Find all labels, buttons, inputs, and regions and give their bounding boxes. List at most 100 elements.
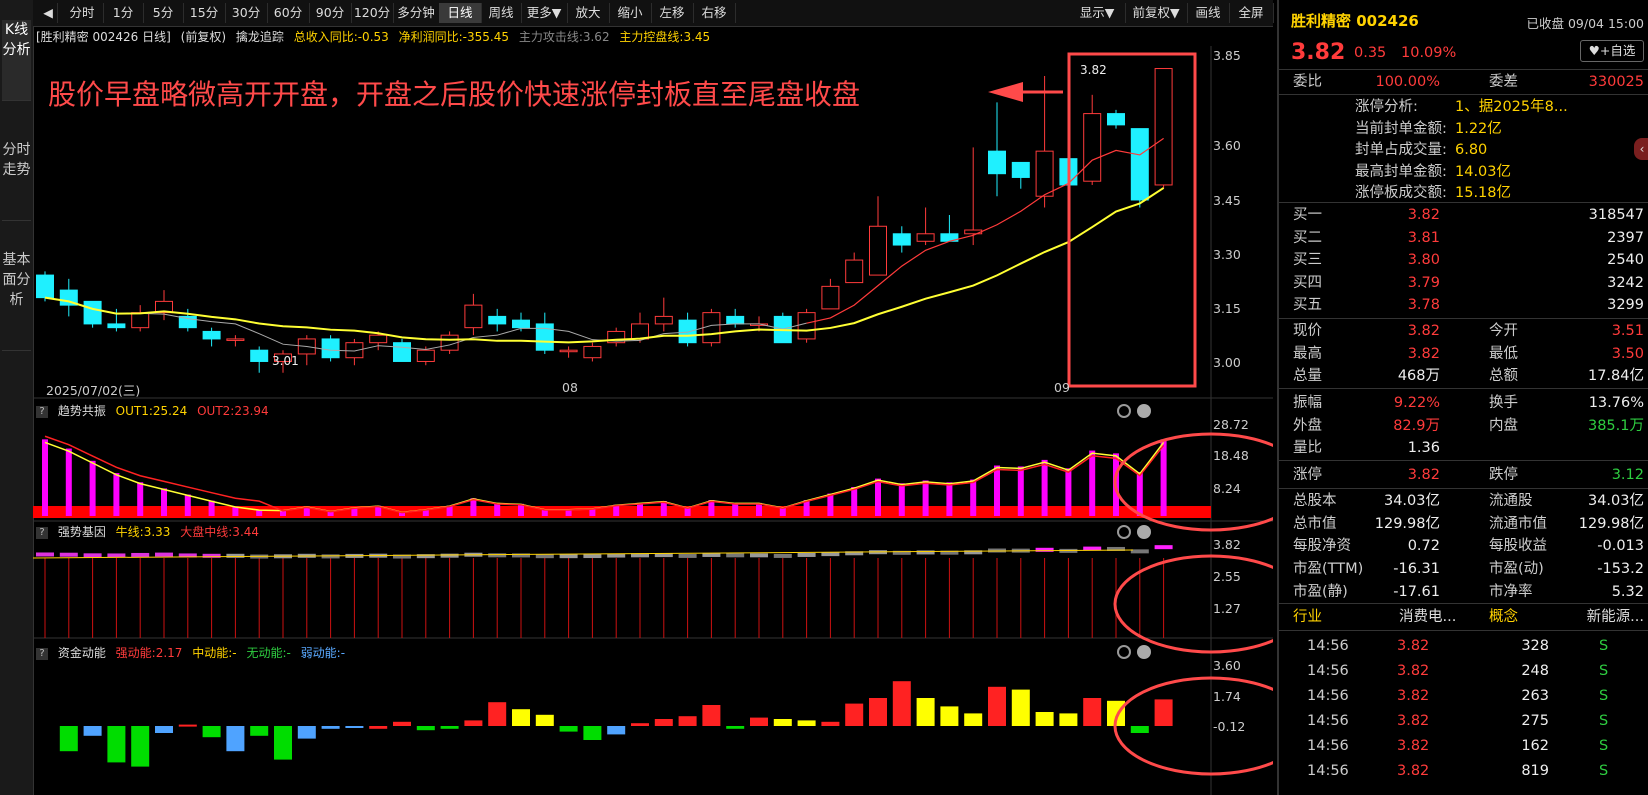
expand-left-icon[interactable]: ‹ [1634, 138, 1648, 160]
p2-y-tick: 2.55 [1213, 569, 1241, 584]
p1-bar [1160, 439, 1167, 516]
p2-block [321, 554, 340, 559]
low-price-label: 3.01 [272, 354, 299, 368]
candle-body [845, 259, 864, 284]
value[interactable]: 新能源... [1587, 606, 1644, 628]
stat-row: 市盈(静) -17.61 市净率 5.32 [1279, 581, 1648, 603]
p1-bar [994, 465, 1000, 516]
stat-row: 总市值 129.98亿 流通市值 129.98亿 [1279, 513, 1648, 535]
candle-body [631, 323, 649, 340]
toolbar-item[interactable]: 周线 [481, 3, 522, 23]
settings-gear-icon[interactable] [1117, 645, 1131, 659]
help-icon[interactable]: ? [36, 647, 48, 660]
help-icon[interactable]: ? [36, 526, 48, 539]
toolbar-item[interactable]: 分时 [61, 3, 104, 23]
value: 3.51 [1611, 323, 1644, 339]
label: 换手 [1489, 395, 1518, 411]
toolbar-item[interactable]: 120分 [351, 3, 394, 23]
value: 82.9万 [1393, 417, 1440, 434]
label: 每股净资 [1293, 538, 1351, 555]
tab-intraday[interactable]: 分时走势 [2, 140, 31, 221]
p3-bar [845, 703, 864, 726]
label: 量比 [1293, 440, 1322, 457]
toolbar-item[interactable]: 左移 [651, 3, 694, 23]
label: 买五 [1293, 297, 1322, 313]
bid-row[interactable]: 买五 3.78 3299 [1279, 294, 1648, 316]
settings-gear-icon[interactable] [1117, 404, 1131, 418]
candle-body [869, 225, 887, 276]
limit-analysis-row: 最高封单金额: 14.03亿 [1279, 161, 1648, 183]
p3-bar [773, 719, 792, 726]
panel3-title[interactable]: 资金动能 [58, 646, 106, 660]
settings-gear-icon[interactable] [1117, 525, 1131, 539]
tick-volume: 162 [1521, 738, 1549, 754]
p3-bar [869, 698, 887, 726]
p3-y-tick: 1.74 [1213, 689, 1241, 704]
label: 涨停板成交额: [1355, 185, 1447, 201]
toolbar-item[interactable]: 60分 [267, 3, 310, 23]
toolbar-item[interactable]: 多分钟 [393, 3, 440, 23]
p3-bar [440, 726, 459, 729]
p3-bar [178, 724, 197, 727]
tick-time: 14:56 [1307, 738, 1349, 754]
toolbar-item[interactable]: 15分 [183, 3, 226, 23]
value: 1、据2025年8... [1455, 99, 1568, 115]
industry-concept-row[interactable]: 行业 消费电... 概念 新能源... [1279, 606, 1648, 628]
tick-price: 3.82 [1397, 713, 1430, 729]
toolbar-item[interactable]: 30分 [225, 3, 268, 23]
order-ratio-row: 委比 100.00% 委差 330025 [1279, 71, 1648, 93]
panel2-title[interactable]: 强势基因 [58, 525, 106, 539]
toolbar-item[interactable]: 5分 [143, 3, 184, 23]
bid-row[interactable]: 买三 3.80 2540 [1279, 249, 1648, 271]
close-panel-icon[interactable] [1137, 525, 1151, 539]
tick-side: S [1599, 688, 1609, 704]
p3-bar [1011, 689, 1030, 726]
p3-bar [1035, 712, 1054, 726]
toolbar-item[interactable]: 画线 [1187, 3, 1230, 23]
toolbar-item[interactable]: 90分 [309, 3, 352, 23]
profit-yoy: 净利润同比:-355.45 [398, 30, 509, 44]
bid-row[interactable]: 买四 3.79 3242 [1279, 272, 1648, 294]
bid-row[interactable]: 买一 3.82 318547 [1279, 204, 1648, 226]
panel1-out2: OUT2:23.94 [197, 404, 269, 418]
panel3-none: 无动能:- [246, 646, 291, 660]
toolbar-item[interactable]: 更多▼ [521, 3, 568, 23]
close-panel-icon[interactable] [1137, 404, 1151, 418]
tab-fundamental[interactable]: 基本面分析 [2, 250, 31, 351]
p2-block [678, 553, 697, 558]
toolbar-item[interactable]: 全屏 [1229, 3, 1274, 23]
limit-analysis-row: 当前封单金额: 1.22亿 [1279, 118, 1648, 140]
bid-row[interactable]: 买二 3.81 2397 [1279, 227, 1648, 249]
toolbar-item[interactable]: 日线 [439, 3, 482, 23]
label: 概念 [1489, 609, 1518, 625]
close-panel-icon[interactable] [1137, 645, 1151, 659]
toolbar-item[interactable]: 右移 [693, 3, 736, 23]
tick-price: 3.82 [1397, 638, 1430, 654]
panel1-title[interactable]: 趋势共振 [58, 404, 106, 418]
help-icon[interactable]: ? [36, 405, 48, 418]
stat-row: 外盘 82.9万 内盘 385.1万 [1279, 415, 1648, 437]
p1-bar [65, 448, 72, 516]
stat-row: 总股本 34.03亿 流通股 34.03亿 [1279, 490, 1648, 512]
p1-bar [1041, 459, 1048, 516]
p1-bar [89, 460, 96, 516]
toolbar-item[interactable]: 放大 [567, 3, 610, 23]
toolbar-item[interactable]: 显示▼ [1069, 3, 1126, 23]
value[interactable]: 消费电... [1399, 606, 1456, 628]
p3-bar [202, 726, 221, 738]
toolbar-item[interactable]: 缩小 [609, 3, 652, 23]
value: 1.36 [1407, 440, 1440, 457]
indicator-name[interactable]: 擒龙追踪 [236, 30, 284, 44]
collapse-left-icon[interactable]: ◀ [39, 3, 58, 23]
left-tab-bar: K线分析 分时走势 基本面分析 [0, 0, 34, 795]
p1-y-tick: 18.48 [1213, 448, 1249, 463]
value: 3.82 [1407, 323, 1440, 339]
value: 129.98亿 [1578, 515, 1644, 532]
kline-chart-area[interactable] [33, 46, 1273, 795]
tab-kline[interactable]: K线分析 [2, 20, 31, 101]
toolbar-item[interactable]: 前复权▼ [1125, 3, 1188, 23]
toolbar-item[interactable]: 1分 [103, 3, 144, 23]
panel2-header: ? 强势基因 牛线:3.33 大盘中线:3.44 [36, 523, 259, 539]
candle-body [535, 323, 554, 351]
add-watchlist-button[interactable]: ♥+自选 [1580, 40, 1644, 62]
